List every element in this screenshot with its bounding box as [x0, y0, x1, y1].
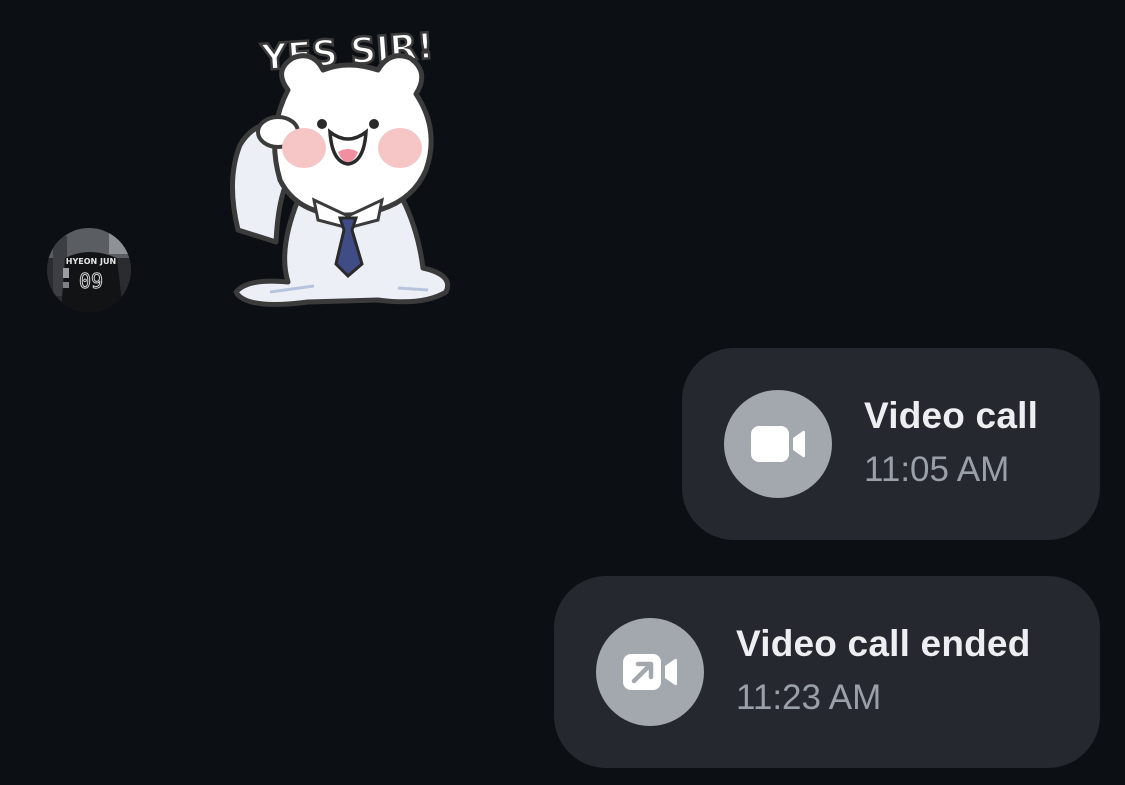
call-time: 11:23 AM — [736, 678, 882, 717]
chat-thread: HYEON JUN 09 YES SIR! Video call 11:05 A… — [0, 0, 1125, 785]
incoming-message-group: HYEON JUN 09 YES SIR! — [0, 0, 520, 320]
video-call-ended-message[interactable]: Video call ended 11:23 AM — [554, 576, 1100, 768]
avatar-jersey-number: 09 — [79, 269, 103, 293]
call-time: 11:05 AM — [864, 450, 1010, 489]
call-title: Video call ended — [736, 623, 1031, 664]
sender-avatar[interactable]: HYEON JUN 09 — [47, 228, 131, 312]
video-call-message[interactable]: Video call 11:05 AM — [682, 348, 1100, 540]
video-call-ended-icon — [596, 618, 704, 726]
video-camera-icon — [724, 390, 832, 498]
call-title: Video call — [864, 395, 1039, 436]
avatar-jersey-name: HYEON JUN — [66, 257, 116, 266]
bear-salute-sticker[interactable]: YES SIR! — [218, 20, 468, 315]
